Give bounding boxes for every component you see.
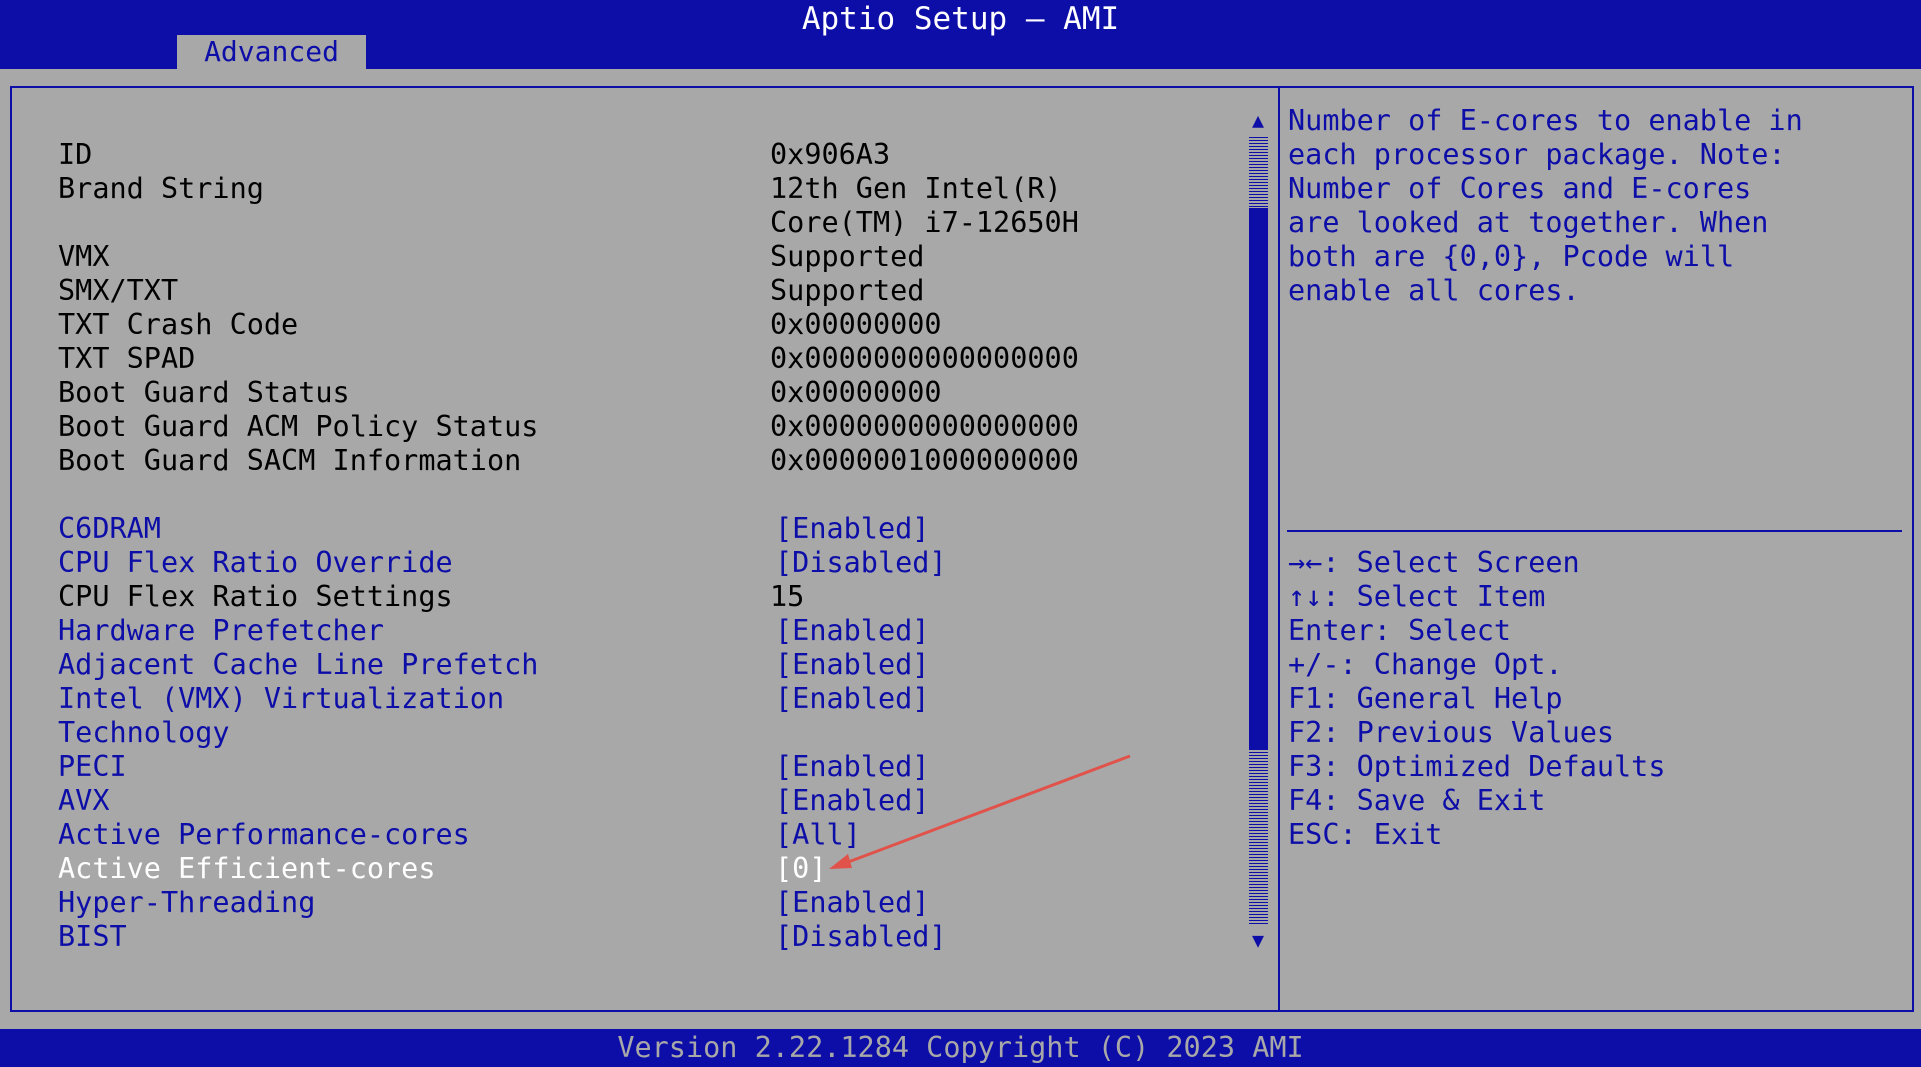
annotation-arrow-icon [829, 754, 1131, 869]
footer-version: Version 2.22.1284 Copyright (C) 2023 AMI [0, 1029, 1921, 1067]
